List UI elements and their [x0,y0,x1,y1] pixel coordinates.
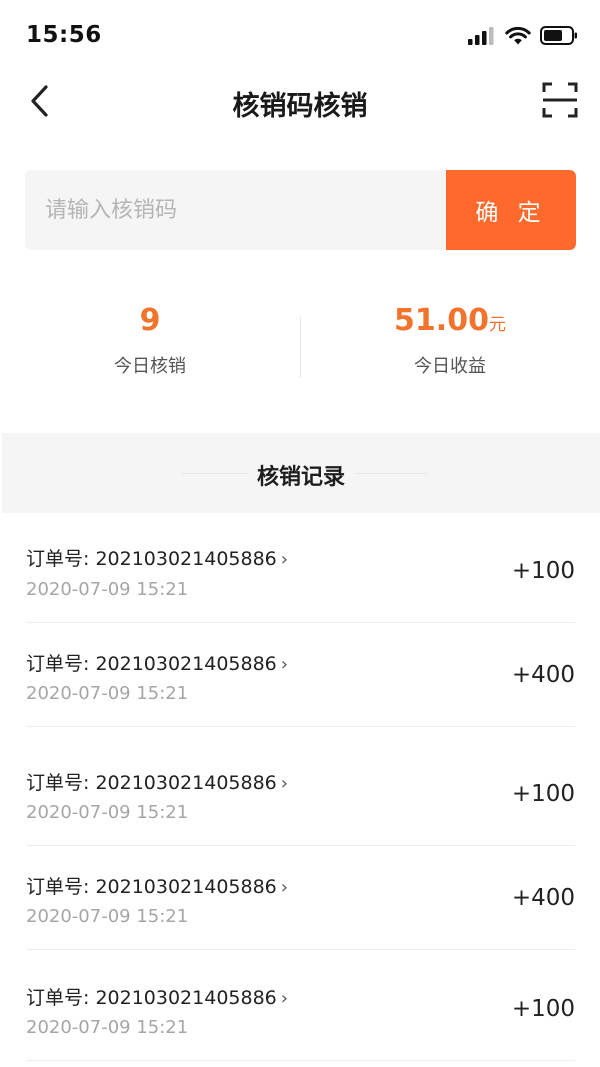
record-order-label: 订单号: 202103021405886 [26,772,277,794]
record-amount: +100 [511,558,575,584]
chevron-right-icon: › [280,654,288,675]
chevron-right-icon: › [280,773,288,794]
today-income-value-row: 51.00元 [300,300,600,342]
record-order-label: 订单号: 202103021405886 [26,876,277,898]
record-row[interactable]: 订单号: 202103021405886 › 2020-07-09 15:21 +… [0,623,600,727]
today-income-value: 51.00 [394,303,489,338]
record-order-number: 订单号: 202103021405886 › [26,649,288,676]
record-amount: +400 [511,885,575,911]
today-count-label: 今日核销 [114,356,186,377]
record-order-label: 订单号: 202103021405886 [26,653,277,675]
today-count-stat: 9 今日核销 [0,300,300,378]
code-input-row: 确 定 [25,170,576,250]
record-order-number: 订单号: 202103021405886 › [26,768,288,795]
status-bar: 15:56 [0,0,600,72]
record-order-label: 订单号: 202103021405886 [26,548,277,570]
chevron-right-icon: › [280,988,288,1009]
today-income-label: 今日收益 [414,356,486,377]
confirm-button[interactable]: 确 定 [446,170,576,250]
record-time: 2020-07-09 15:21 [26,579,189,600]
record-row[interactable]: 订单号: 202103021405886 › 2020-07-09 15:21 +… [0,727,600,846]
today-count-value: 9 [139,303,161,338]
record-row[interactable]: 订单号: 202103021405886 › 2020-07-09 15:21 +… [0,846,600,950]
record-order-label: 订单号: 202103021405886 [26,987,277,1009]
records-title-wrap: 核销记录 [2,459,600,491]
stats-panel: 9 今日核销 51.00元 今日收益 [0,300,600,400]
today-income-unit: 元 [488,315,506,335]
status-icons [468,26,578,45]
record-row[interactable]: 订单号: 202103021405886 › 2020-07-09 15:21 +… [0,950,600,1061]
chevron-right-icon: › [280,877,288,898]
record-amount: +100 [511,781,575,807]
record-time: 2020-07-09 15:21 [26,802,189,823]
record-row[interactable]: 订单号: 202103021405886 › 2020-07-09 15:21 +… [0,513,600,623]
code-input[interactable] [25,170,446,250]
chevron-right-icon: › [280,549,288,570]
page-title: 核销码核销 [232,91,368,122]
record-order-number: 订单号: 202103021405886 › [26,872,288,899]
record-amount: +400 [511,662,575,688]
records-title: 核销记录 [246,465,355,490]
cellular-signal-icon [468,26,494,45]
record-time: 2020-07-09 15:21 [26,1017,189,1038]
battery-icon [540,26,577,45]
record-divider [26,1060,575,1061]
record-order-number: 订单号: 202103021405886 › [26,544,288,571]
record-amount: +100 [511,996,575,1022]
wifi-icon [505,26,531,45]
records-header: 核销记录 [2,433,600,513]
scan-icon[interactable] [542,82,578,118]
nav-bar: 核销码核销 [0,72,600,130]
today-income-stat: 51.00元 今日收益 [300,300,600,378]
record-order-number: 订单号: 202103021405886 › [26,983,288,1010]
page: 15:56 核销码核销 请输入核销码 确 定 9 今日核销 51.00元 今日收… [0,0,600,1067]
status-time: 15:56 [26,22,102,48]
record-time: 2020-07-09 15:21 [26,906,189,927]
record-time: 2020-07-09 15:21 [26,683,189,704]
